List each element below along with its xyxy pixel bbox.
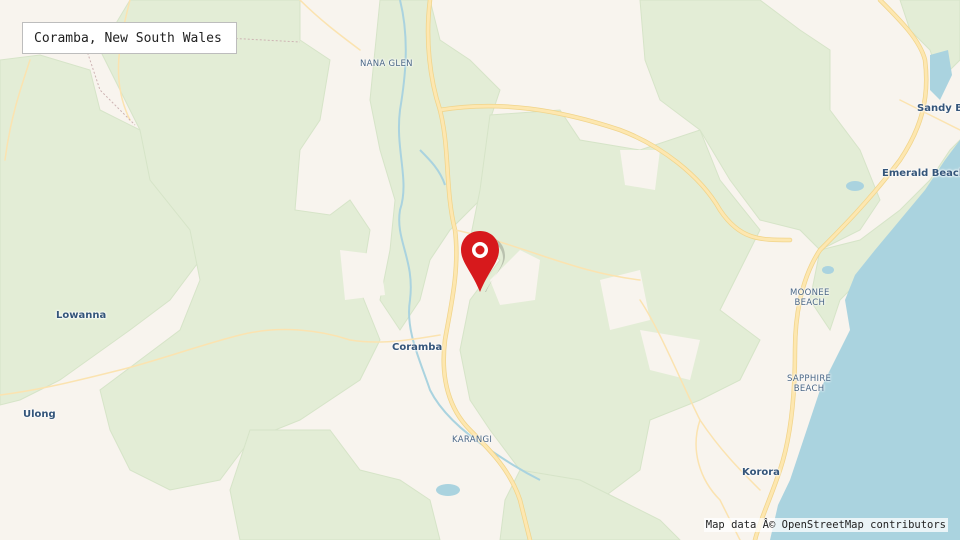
place-label-sapphire-beach-line2: BEACH bbox=[793, 384, 825, 394]
map-pin-center bbox=[475, 245, 485, 255]
location-title: Coramba, New South Wales bbox=[22, 22, 237, 54]
map-attribution[interactable]: Map data Â© OpenStreetMap contributors bbox=[703, 518, 948, 532]
map-pin-icon[interactable] bbox=[455, 226, 507, 296]
place-label-sapphire-beach: SAPPHIRE BEACH bbox=[787, 374, 831, 394]
place-label-nana-glen: NANA GLEN bbox=[360, 59, 413, 69]
place-label-moonee-beach-line1: MOONEE bbox=[790, 288, 830, 298]
place-label-sapphire-beach-line1: SAPPHIRE bbox=[787, 374, 832, 384]
map-pin-body bbox=[461, 231, 499, 292]
place-label-lowanna: Lowanna bbox=[56, 310, 107, 321]
place-label-ulong: Ulong bbox=[23, 409, 56, 420]
place-label-moonee-beach: MOONEE BEACH bbox=[790, 288, 830, 308]
place-label-karangi: KARANGI bbox=[452, 435, 493, 445]
place-label-korora: Korora bbox=[742, 467, 780, 478]
place-label-sandy-beach: Sandy Bea bbox=[917, 103, 960, 114]
place-label-moonee-beach-line2: BEACH bbox=[794, 298, 826, 308]
place-label-coramba: Coramba bbox=[392, 342, 443, 353]
place-label-emerald-beach: Emerald Beach bbox=[882, 168, 960, 179]
